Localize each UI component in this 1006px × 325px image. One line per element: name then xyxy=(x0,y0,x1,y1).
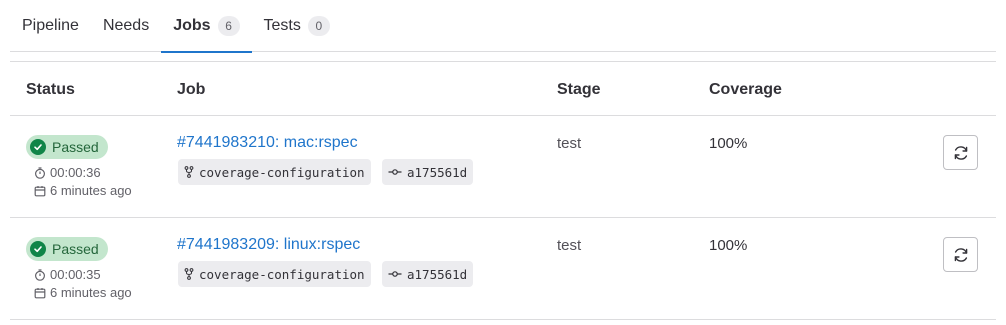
tab-label: Tests xyxy=(263,17,301,34)
pipeline-tabs: Pipeline Needs Jobs 6 Tests 0 xyxy=(10,0,996,53)
branch-icon xyxy=(184,166,194,178)
commit-icon xyxy=(388,169,402,175)
retry-icon xyxy=(954,247,967,262)
status-badge[interactable]: Passed xyxy=(26,237,108,261)
tab-jobs[interactable]: Jobs 6 xyxy=(161,0,252,53)
timer-icon xyxy=(34,268,46,281)
stage-name: test xyxy=(557,237,582,254)
duration-text: 00:00:35 xyxy=(50,267,101,282)
commit-sha: a175561d xyxy=(407,164,468,180)
retry-button[interactable] xyxy=(943,237,978,272)
coverage-value: 100% xyxy=(709,237,748,254)
commit-sha: a175561d xyxy=(407,266,468,282)
tab-pipeline[interactable]: Pipeline xyxy=(10,0,91,52)
tab-tests[interactable]: Tests 0 xyxy=(252,0,342,52)
table-header-row: Status Job Stage Coverage xyxy=(10,62,996,116)
job-link[interactable]: #7441983209: linux:rspec xyxy=(177,236,360,254)
header-coverage: Coverage xyxy=(709,81,782,98)
coverage-value: 100% xyxy=(709,135,748,152)
branch-chip[interactable]: coverage-configuration xyxy=(178,261,371,287)
tab-needs[interactable]: Needs xyxy=(91,0,161,52)
retry-icon xyxy=(954,145,967,160)
table-row: Passed 00:00:36 6 minutes ago #744198321… xyxy=(10,116,996,218)
header-status: Status xyxy=(26,81,75,98)
commit-chip[interactable]: a175561d xyxy=(382,261,474,287)
status-label: Passed xyxy=(52,139,99,155)
check-circle-icon xyxy=(30,241,46,257)
job-finished: 6 minutes ago xyxy=(34,183,132,198)
calendar-icon xyxy=(34,185,46,196)
jobs-table: Status Job Stage Coverage Passed 00:00:3… xyxy=(10,61,996,320)
branch-chip[interactable]: coverage-configuration xyxy=(178,159,371,185)
stage-name: test xyxy=(557,135,582,152)
retry-button[interactable] xyxy=(943,135,978,170)
commit-chip[interactable]: a175561d xyxy=(382,159,474,185)
table-row: Passed 00:00:35 6 minutes ago #744198320… xyxy=(10,218,996,320)
commit-icon xyxy=(388,271,402,277)
tab-label: Jobs xyxy=(173,17,211,34)
header-job: Job xyxy=(177,81,206,98)
job-finished: 6 minutes ago xyxy=(34,285,132,300)
duration-text: 00:00:36 xyxy=(50,165,101,180)
calendar-icon xyxy=(34,287,46,298)
job-link[interactable]: #7441983210: mac:rspec xyxy=(177,134,358,152)
job-duration: 00:00:35 xyxy=(34,267,101,282)
branch-name: coverage-configuration xyxy=(199,164,365,180)
header-stage: Stage xyxy=(557,81,601,98)
status-badge[interactable]: Passed xyxy=(26,135,108,159)
check-circle-icon xyxy=(30,139,46,155)
tab-count-badge: 0 xyxy=(307,16,330,36)
branch-name: coverage-configuration xyxy=(199,266,365,282)
tab-count-badge: 6 xyxy=(217,16,240,36)
timer-icon xyxy=(34,166,46,179)
finished-text: 6 minutes ago xyxy=(50,285,132,300)
finished-text: 6 minutes ago xyxy=(50,183,132,198)
branch-icon xyxy=(184,268,194,280)
tab-label: Pipeline xyxy=(22,17,79,34)
job-duration: 00:00:36 xyxy=(34,165,101,180)
status-label: Passed xyxy=(52,241,99,257)
tab-label: Needs xyxy=(102,17,150,34)
